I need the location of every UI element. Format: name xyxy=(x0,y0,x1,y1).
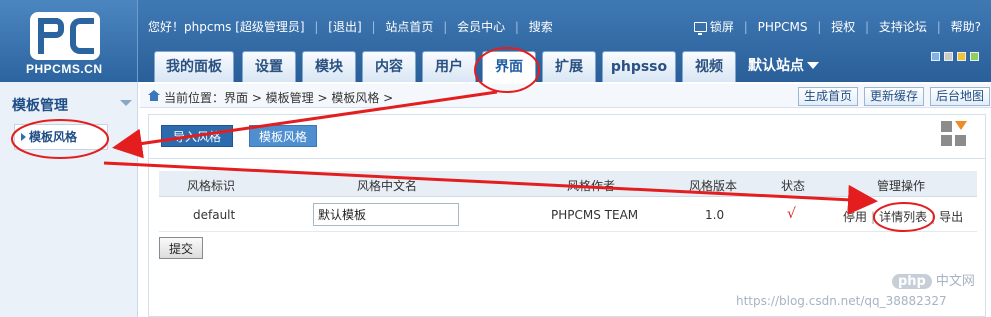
sub-tabs: 导入风格 模板风格 xyxy=(149,115,985,159)
tab-my-panel[interactable]: 我的面板 xyxy=(154,51,234,82)
forum-link[interactable]: 支持论坛 xyxy=(879,20,927,34)
style-name-input[interactable] xyxy=(313,203,459,226)
skin-gray-swatch[interactable] xyxy=(944,52,953,61)
search-link[interactable]: 搜索 xyxy=(529,20,553,34)
caret-down-icon xyxy=(807,62,819,69)
tab-interface[interactable]: 界面 xyxy=(482,51,536,82)
breadcrumb-bar: 当前位置：界面 > 模板管理 > 模板风格 > 生成首页 更新缓存 后台地图 xyxy=(140,84,991,108)
skin-switcher xyxy=(927,50,979,64)
top-right-links: 锁屏 | PHPCMS | 授权 | 支持论坛 | 帮助? xyxy=(693,18,981,35)
column-header-status: 状态 xyxy=(781,179,806,193)
generate-home-button[interactable]: 生成首页 xyxy=(798,87,858,106)
skin-blue-swatch[interactable] xyxy=(931,52,940,61)
main-panel: 导入风格 模板风格 风格标识 风格中文名 风格作者 风格版本 状态 管理操作 d… xyxy=(148,114,986,317)
style-author-cell: PHPCMS TEAM xyxy=(551,208,639,222)
table-row: default PHPCMS TEAM 1.0 √ 停用|详情列表|导出 xyxy=(159,198,977,232)
export-link[interactable]: 导出 xyxy=(939,210,963,224)
lock-screen-link[interactable]: 锁屏 xyxy=(710,20,734,34)
phpcms-link[interactable]: PHPCMS xyxy=(758,20,808,34)
import-style-button[interactable]: 导入风格 xyxy=(161,125,233,147)
license-link[interactable]: 授权 xyxy=(831,20,855,34)
import-layout-icon[interactable] xyxy=(941,121,967,147)
php-cn-badge: php 中文网 xyxy=(892,270,975,289)
style-version-cell: 1.0 xyxy=(705,208,725,222)
disable-link[interactable]: 停用 xyxy=(843,210,867,224)
breadcrumb: 当前位置：界面 > 模板管理 > 模板风格 > xyxy=(164,91,394,105)
logo[interactable]: PHPCMS.CN xyxy=(0,0,138,82)
tab-phpsso[interactable]: phpsso xyxy=(602,51,676,82)
site-dropdown-label: 默认站点 xyxy=(748,58,804,74)
column-header-version: 风格版本 xyxy=(689,179,738,193)
help-link[interactable]: 帮助? xyxy=(951,20,981,34)
logout-link[interactable]: [退出] xyxy=(328,20,361,34)
watermark: https://blog.csdn.net/qq_38882327 xyxy=(736,294,947,308)
site-dropdown[interactable]: 默认站点 xyxy=(748,51,838,82)
skin-green-swatch[interactable] xyxy=(970,52,979,61)
submit-button[interactable]: 提交 xyxy=(159,237,203,259)
sidebar-title: 模板管理 xyxy=(12,98,68,114)
php-badge-text: 中文网 xyxy=(935,274,975,289)
column-header-actions: 管理操作 xyxy=(877,179,926,193)
column-header-name: 风格中文名 xyxy=(357,179,418,193)
sidebar-item-template-style[interactable]: 模板风格 xyxy=(14,124,108,150)
php-badge-bubble: php xyxy=(892,274,932,289)
sidebar: 模板管理 模板风格 xyxy=(0,82,138,317)
refresh-cache-button[interactable]: 更新缓存 xyxy=(864,87,924,106)
style-id-cell: default xyxy=(193,208,236,222)
details-list-link[interactable]: 详情列表 xyxy=(879,210,927,224)
column-header-id: 风格标识 xyxy=(187,179,236,193)
template-style-tab[interactable]: 模板风格 xyxy=(249,125,317,147)
sidebar-item-label: 模板风格 xyxy=(29,130,78,144)
arrow-right-icon xyxy=(21,133,26,141)
tab-users[interactable]: 用户 xyxy=(422,51,476,82)
monitor-icon xyxy=(693,22,707,35)
tab-modules[interactable]: 模块 xyxy=(302,51,356,82)
top-nav: 您好！phpcms [超级管理员] | [退出] | 站点首页 | 会员中心 |… xyxy=(148,20,553,34)
column-header-author: 风格作者 xyxy=(567,179,616,193)
row-actions: 停用 | 详情列表 | 导出 xyxy=(843,210,964,224)
tab-video[interactable]: 视频 xyxy=(682,51,736,82)
greeting-text: 您好！phpcms [超级管理员] xyxy=(148,20,305,34)
pc-logo-mark xyxy=(30,12,100,60)
skin-yellow-swatch[interactable] xyxy=(957,52,966,61)
header: PHPCMS.CN 您好！phpcms [超级管理员] | [退出] | 站点首… xyxy=(0,0,991,82)
sitemap-button[interactable]: 后台地图 xyxy=(930,87,990,106)
site-home-link[interactable]: 站点首页 xyxy=(385,20,433,34)
collapse-toggle-icon[interactable] xyxy=(120,100,132,106)
tab-extensions[interactable]: 扩展 xyxy=(542,51,596,82)
status-check-icon: √ xyxy=(787,206,796,222)
table-header: 风格标识 风格中文名 风格作者 风格版本 状态 管理操作 xyxy=(159,171,977,197)
tab-settings[interactable]: 设置 xyxy=(242,51,296,82)
logo-text: PHPCMS.CN xyxy=(26,62,103,76)
home-icon xyxy=(148,90,160,101)
tab-content[interactable]: 内容 xyxy=(362,51,416,82)
member-center-link[interactable]: 会员中心 xyxy=(457,20,505,34)
